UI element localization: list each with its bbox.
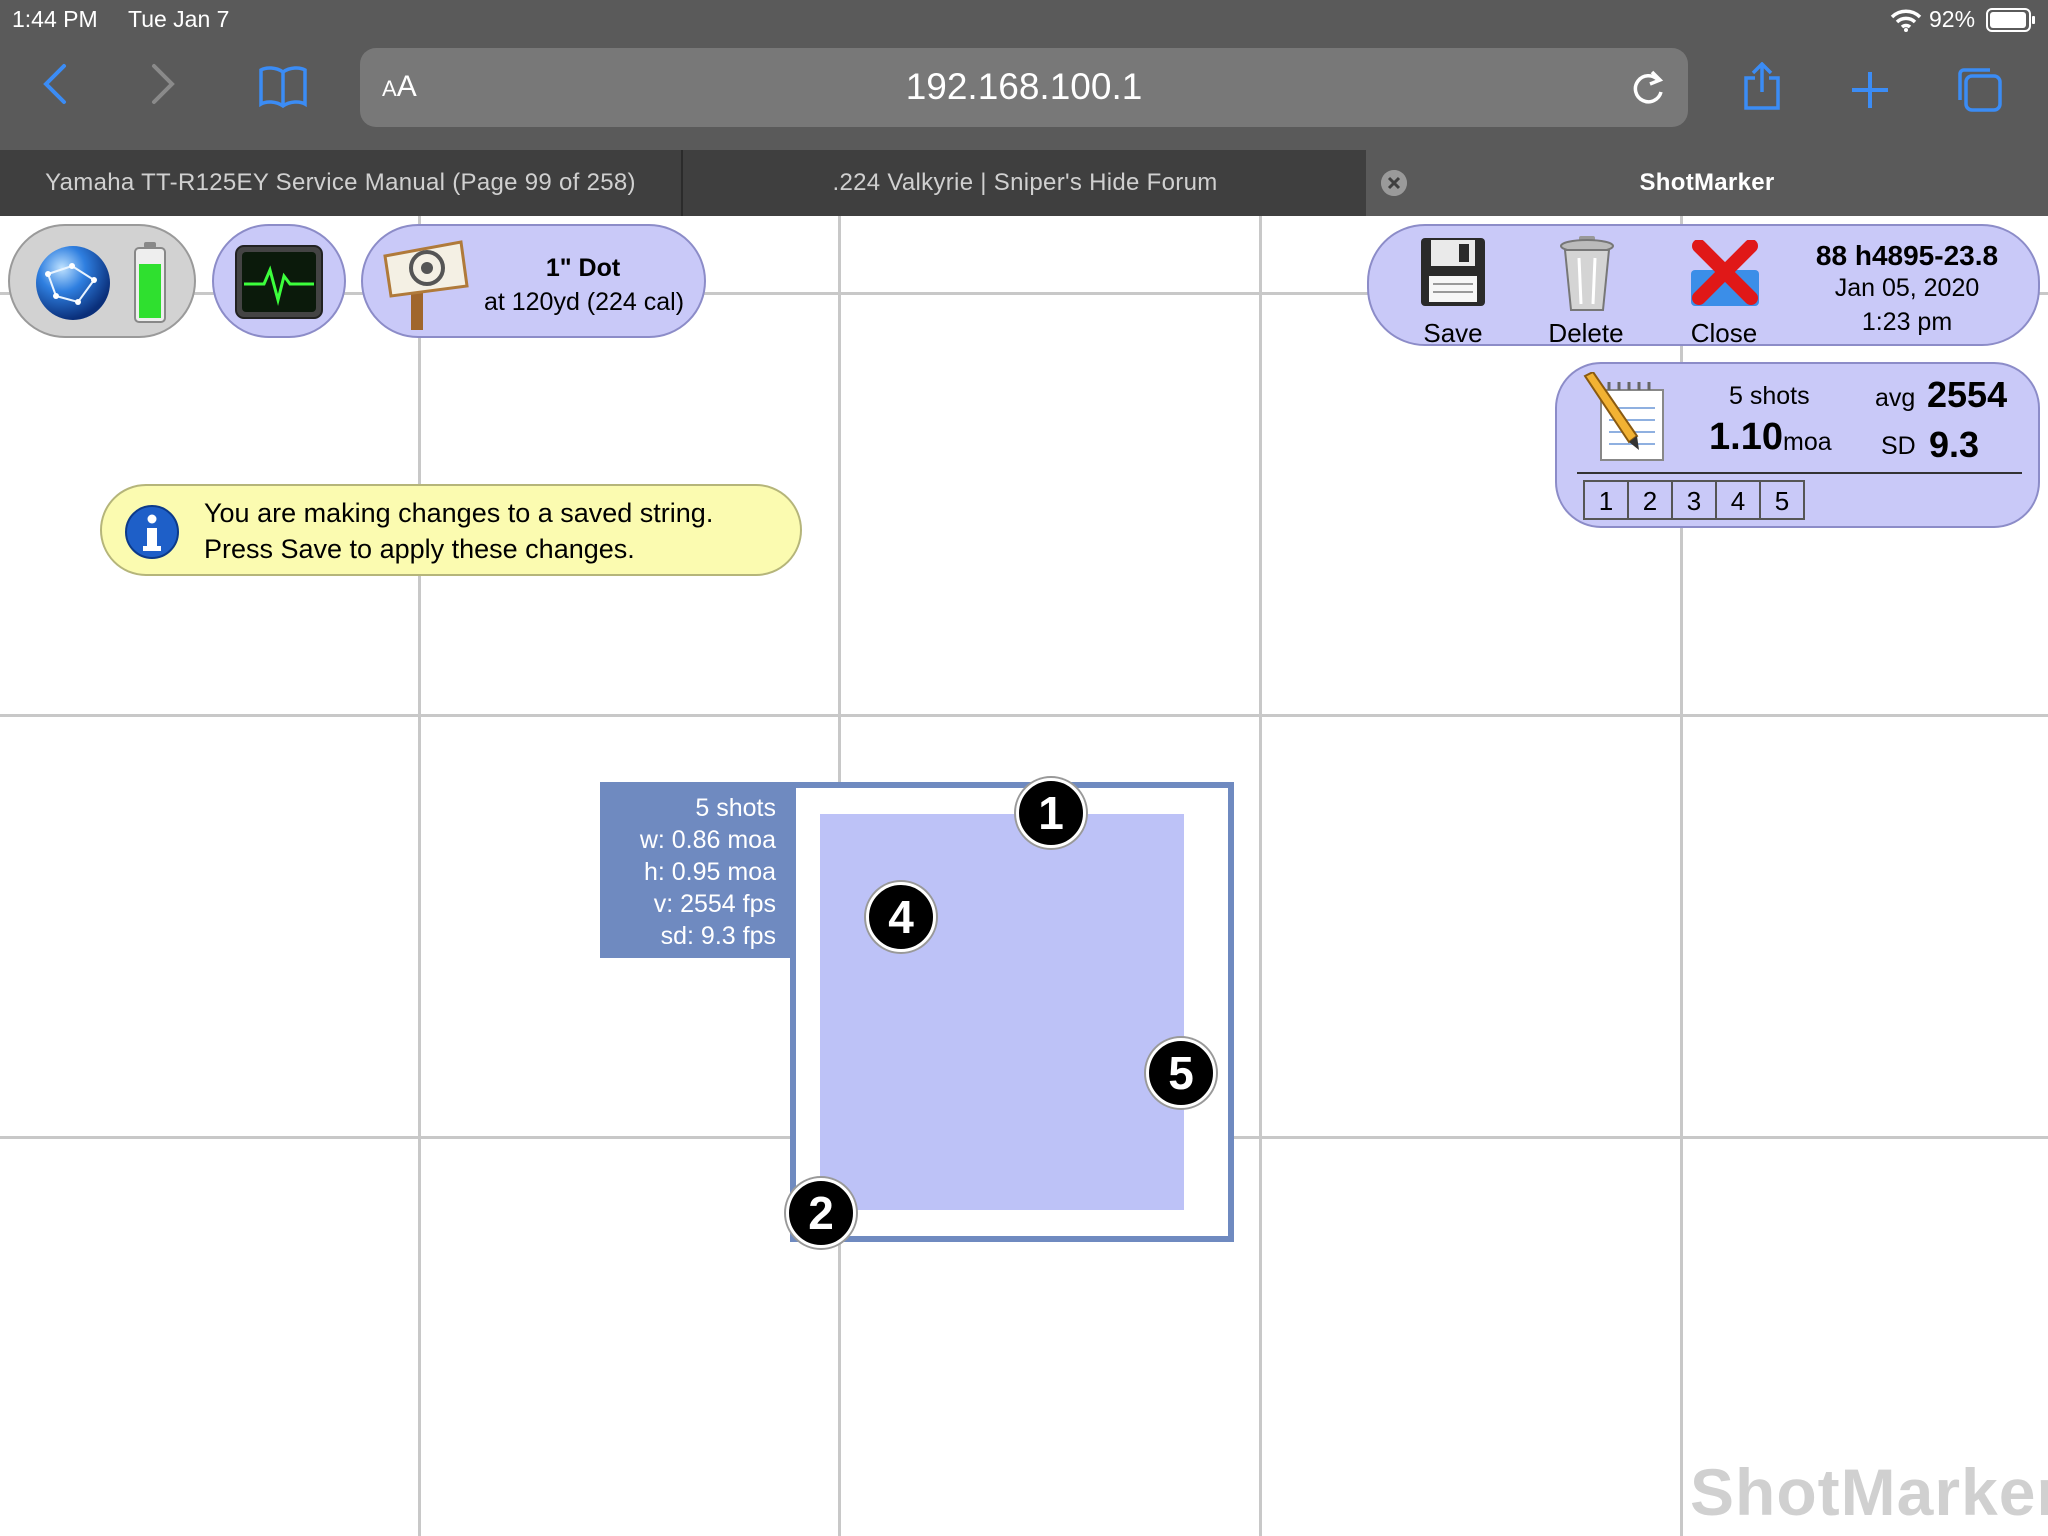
group-fill — [820, 814, 1184, 1210]
grid-line — [0, 714, 2048, 717]
battery-level-icon — [134, 242, 166, 323]
forward-icon[interactable] — [148, 62, 178, 106]
notice-line-1: You are making changes to a saved string… — [204, 498, 714, 528]
close-button[interactable]: Close — [1669, 318, 1779, 349]
group-stats-label: 5 shots w: 0.86 moa h: 0.95 moa v: 2554 … — [600, 782, 790, 958]
shot-button-4[interactable]: 4 — [1715, 480, 1761, 520]
string-stats-pill[interactable]: 5 shots 1.10 moa avg 2554 SD 9.3 1 2 3 4… — [1555, 362, 2040, 528]
stat-group-moa: 1.10 — [1709, 416, 1783, 458]
tab-service-manual[interactable]: Yamaha TT-R125EY Service Manual (Page 99… — [0, 150, 683, 216]
shot-button-5[interactable]: 5 — [1759, 480, 1805, 520]
bookmarks-icon[interactable] — [258, 64, 308, 108]
stat-shot-count: 5 shots — [1729, 382, 1810, 410]
group-height: h: 0.95 moa — [643, 858, 776, 886]
shotmarker-watermark: ShotMarker — [1690, 1455, 2048, 1529]
reload-icon[interactable] — [1630, 68, 1666, 108]
share-icon[interactable] — [1742, 62, 1782, 112]
string-actions-pill: Save Delete Close 88 h4895-23.8 Jan 05, … — [1367, 224, 2040, 349]
target-sign-icon — [383, 240, 469, 330]
shot-button-row: 1 2 3 4 5 — [1583, 480, 1805, 520]
info-icon — [125, 505, 179, 559]
target-distance: at 120yd (224 cal) — [483, 288, 685, 316]
monitor-pill[interactable] — [212, 224, 346, 338]
notepad-pencil-icon — [1583, 372, 1664, 461]
stat-avg-velocity: 2554 — [1927, 374, 2008, 415]
heartbeat-monitor-icon — [235, 245, 323, 319]
divider — [1577, 472, 2022, 474]
group-sd: sd: 9.3 fps — [660, 922, 776, 950]
target-info-pill[interactable]: 1" Dot at 120yd (224 cal) — [361, 224, 706, 338]
group-velocity: v: 2554 fps — [653, 890, 776, 918]
status-time: 1:44 PM — [12, 6, 98, 32]
save-icon[interactable] — [1419, 236, 1487, 308]
shot-marker-2[interactable]: 2 — [786, 1178, 856, 1248]
battery-percent: 92% — [1929, 6, 1976, 32]
notice-line-2: Press Save to apply these changes. — [204, 534, 635, 564]
shot-marker-5[interactable]: 5 — [1146, 1038, 1216, 1108]
grid-line — [1259, 216, 1262, 1536]
shot-marker-4[interactable]: 4 — [866, 882, 936, 952]
status-date: Tue Jan 7 — [128, 6, 230, 32]
trash-icon[interactable] — [1559, 234, 1615, 314]
battery-icon — [1986, 8, 2035, 32]
string-time: 1:23 pm — [1861, 308, 1953, 336]
close-icon[interactable] — [1687, 240, 1763, 310]
stat-moa-unit: moa — [1783, 428, 1832, 456]
string-date: Jan 05, 2020 — [1834, 274, 1980, 302]
tabs-overview-icon[interactable] — [1954, 64, 2004, 114]
stat-sd-value: 9.3 — [1929, 424, 1980, 465]
stat-avg-label: avg — [1875, 384, 1916, 412]
grid-line — [418, 216, 421, 1536]
shot-marker-1[interactable]: 1 — [1016, 778, 1086, 848]
shot-button-1[interactable]: 1 — [1583, 480, 1629, 520]
tab-strip: Yamaha TT-R125EY Service Manual (Page 99… — [0, 150, 2048, 216]
save-button[interactable]: Save — [1398, 318, 1508, 349]
browser-chrome: 1:44 PM Tue Jan 7 92% AA 192.168.100.1 — [0, 0, 2048, 150]
delete-button[interactable]: Delete — [1531, 318, 1641, 349]
globe-icon — [36, 246, 110, 320]
new-tab-icon[interactable] — [1850, 70, 1890, 110]
stat-sd-label: SD — [1881, 432, 1916, 460]
target-canvas[interactable]: 1" Dot at 120yd (224 cal) Save Delete Cl… — [0, 216, 2048, 1536]
target-name: 1" Dot — [545, 254, 621, 282]
string-title: 88 h4895-23.8 — [1815, 240, 1999, 271]
url-text: 192.168.100.1 — [905, 66, 1143, 107]
shot-button-2[interactable]: 2 — [1627, 480, 1673, 520]
back-icon[interactable] — [40, 62, 70, 106]
tab-snipers-hide[interactable]: .224 Valkyrie | Sniper's Hide Forum — [685, 150, 1365, 216]
unsaved-changes-notice: You are making changes to a saved string… — [100, 484, 802, 576]
address-bar[interactable]: AA 192.168.100.1 — [360, 48, 1688, 127]
connection-status-pill[interactable] — [8, 224, 196, 338]
wifi-icon — [1890, 9, 1922, 32]
tab-shotmarker[interactable]: ShotMarker — [1366, 150, 2048, 216]
group-shots: 5 shots — [695, 794, 776, 822]
shot-button-3[interactable]: 3 — [1671, 480, 1717, 520]
tab-close-icon[interactable] — [1381, 170, 1407, 196]
group-width: w: 0.86 moa — [639, 826, 776, 854]
